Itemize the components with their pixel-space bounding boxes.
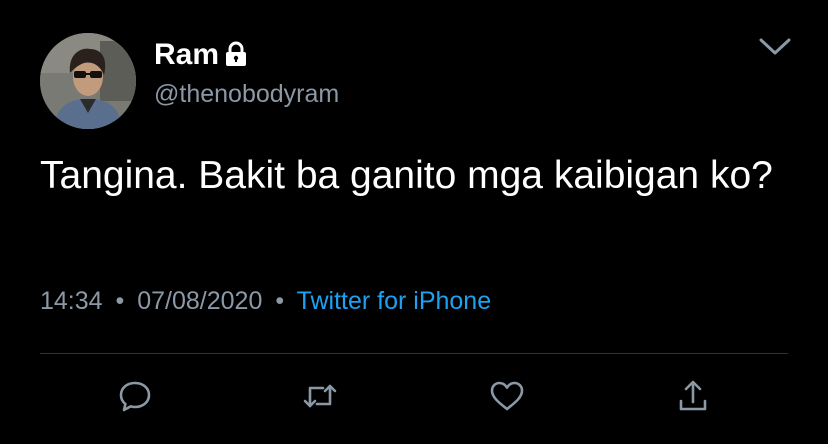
tweet-time[interactable]: 14:34 (40, 287, 103, 315)
tweet-meta: 14:34 • 07/08/2020 • Twitter for iPhone (40, 287, 491, 316)
tweet-text: Tangina. Bakit ba ganito mga kaibigan ko… (40, 154, 773, 197)
author-handle[interactable]: @thenobodyram (154, 80, 339, 109)
meta-separator: • (115, 287, 125, 315)
action-bar (0, 376, 828, 422)
heart-icon (490, 381, 524, 411)
reply-icon (119, 381, 151, 412)
display-name: Ram (154, 38, 220, 71)
share-button[interactable] (673, 376, 713, 416)
retweet-icon (303, 384, 337, 408)
avatar[interactable] (40, 33, 136, 129)
share-icon (679, 380, 707, 411)
meta-separator: • (275, 287, 285, 315)
retweet-button[interactable] (300, 376, 340, 416)
tweet-source[interactable]: Twitter for iPhone (297, 287, 492, 315)
lock-icon (223, 41, 249, 67)
chevron-down-icon[interactable] (758, 36, 792, 58)
tweet-date[interactable]: 07/08/2020 (137, 287, 262, 315)
author-name[interactable]: Ram (154, 38, 249, 72)
like-button[interactable] (487, 376, 527, 416)
profile-photo (40, 33, 136, 129)
reply-button[interactable] (115, 376, 155, 416)
divider (40, 353, 788, 354)
